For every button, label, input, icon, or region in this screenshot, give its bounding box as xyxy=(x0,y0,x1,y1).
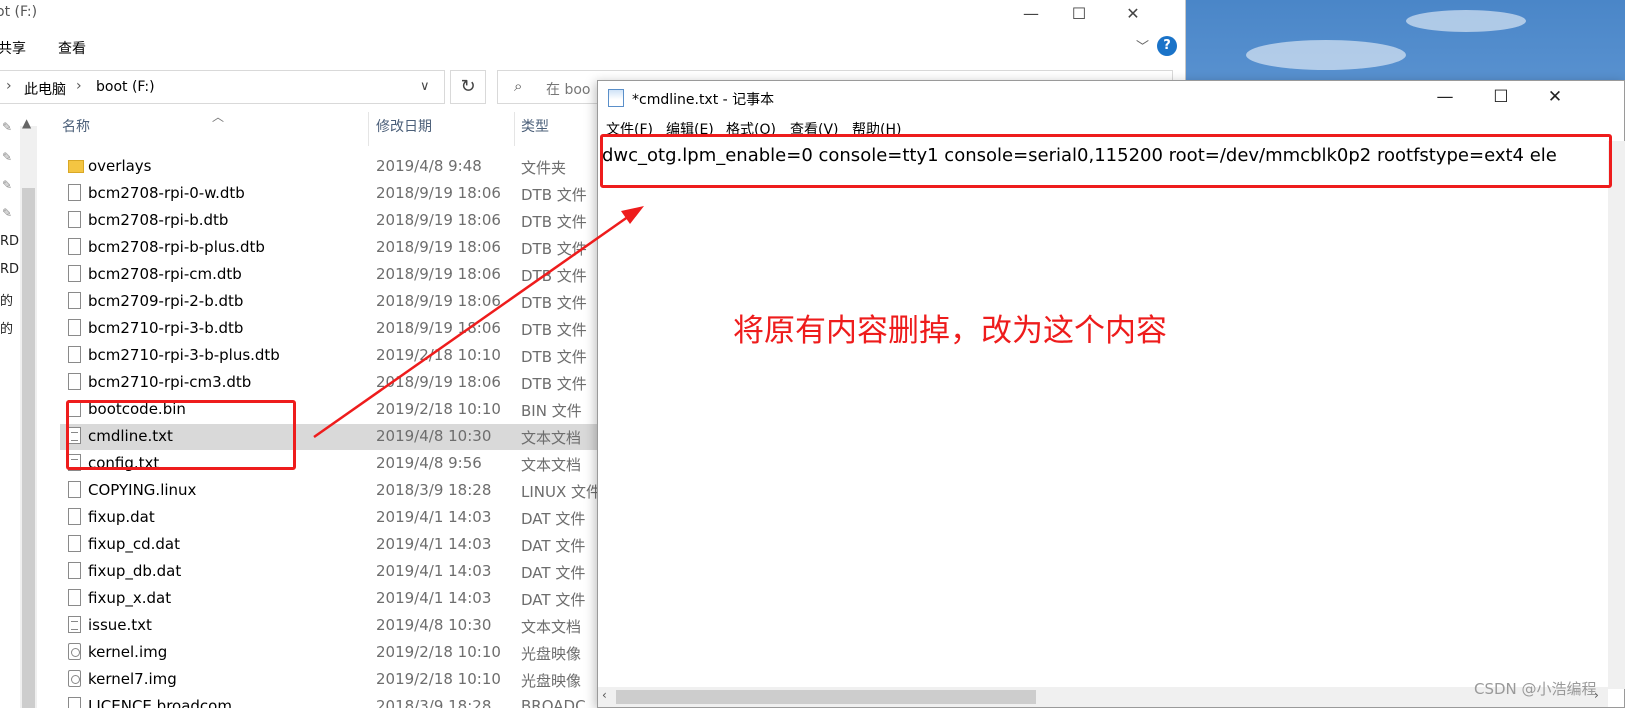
watermark: CSDN @小浩编程 xyxy=(1474,680,1597,698)
arrow-line xyxy=(313,212,633,439)
screen: ot (F:) — ☐ ✕ 共享 查看 ﹀ ? › 此电脑 › boot (F:… xyxy=(0,0,1625,708)
annotation-text: 将原有内容删掉，改为这个内容 xyxy=(733,313,1167,349)
annotation-arrow xyxy=(313,206,644,439)
arrow-head xyxy=(621,206,644,224)
